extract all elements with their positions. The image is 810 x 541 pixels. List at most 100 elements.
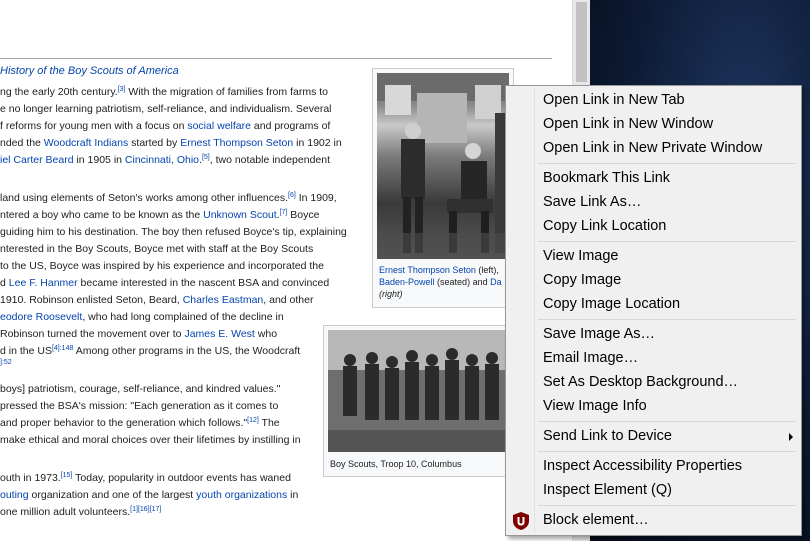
article-link[interactable]: Cincinnati, Ohio xyxy=(125,154,199,166)
text-run: to the US, Boyce was inspired by his exp… xyxy=(0,260,324,272)
text-run: organization and one of the largest xyxy=(28,489,197,501)
menu-inspect-accessibility[interactable]: Inspect Accessibility Properties xyxy=(506,455,801,479)
text-run: Among other programs in the US, the Wood… xyxy=(73,345,301,357)
menu-block-element[interactable]: Block element… xyxy=(506,509,801,533)
text-run: in 1905 in xyxy=(73,154,125,166)
article-link[interactable]: Charles Eastman xyxy=(183,294,264,306)
menu-view-image-info[interactable]: View Image Info xyxy=(506,395,801,419)
menu-item-label: View Image Info xyxy=(543,398,647,414)
menu-separator xyxy=(538,163,796,164)
text-run: (left), xyxy=(475,265,499,275)
text-run: who xyxy=(254,328,278,340)
article-link[interactable]: youth organizations xyxy=(196,489,287,501)
menu-item-label: Copy Link Location xyxy=(543,218,667,234)
article-line: nterested in the Boy Scouts, Boyce met w… xyxy=(0,241,365,258)
menu-copy-link-location[interactable]: Copy Link Location xyxy=(506,215,801,239)
text-run: The xyxy=(258,417,280,429)
article-link[interactable]: Unknown Scout xyxy=(203,209,277,221)
photo-troop-10[interactable] xyxy=(328,330,509,452)
text-run: 1910. Robinson enlisted Seton, Beard, xyxy=(0,294,183,306)
text-run: nterested in the Boy Scouts, Boyce met w… xyxy=(0,243,314,255)
section-divider xyxy=(0,58,552,59)
citation-ref[interactable]: [15] xyxy=(61,472,73,479)
article-link[interactable]: Ernest Thompson Seton xyxy=(180,137,293,149)
article-line: nded the Woodcraft Indians started by Er… xyxy=(0,135,360,152)
menu-view-image[interactable]: View Image xyxy=(506,245,801,269)
menu-save-image-as[interactable]: Save Image As… xyxy=(506,323,801,347)
menu-send-link-to-device[interactable]: Send Link to Device xyxy=(506,425,801,449)
article-line: make ethical and moral choices over thei… xyxy=(0,432,360,449)
menu-item-label: Send Link to Device xyxy=(543,428,672,444)
text-run: d xyxy=(0,277,9,289)
text-run: f reforms for young men with a focus on xyxy=(0,120,188,132)
article-line: d Lee F. Hanmer became interested in the… xyxy=(0,275,365,292)
citation-ref[interactable]: [12] xyxy=(247,417,259,424)
citation-ref[interactable]: [4]:148 xyxy=(52,345,73,352)
article-line: guiding him to his destination. The boy … xyxy=(0,224,365,241)
menu-item-label: Bookmark This Link xyxy=(543,170,671,186)
article-link[interactable]: iel Carter Beard xyxy=(0,154,74,166)
text-run: in 1902 in xyxy=(293,137,342,149)
photo-seton-baden-powell[interactable] xyxy=(377,73,509,259)
menu-item-label: Email Image… xyxy=(543,350,639,366)
menu-open-link-private-window[interactable]: Open Link in New Private Window xyxy=(506,137,801,161)
article-link[interactable]: social welfare xyxy=(187,120,251,132)
text-run: one million adult volunteers. xyxy=(0,506,131,518)
text-run: , two notable independent xyxy=(209,154,331,166)
article-link[interactable]: Baden-Powell xyxy=(379,277,435,287)
menu-separator xyxy=(538,241,796,242)
text-run: guiding him to his destination. The boy … xyxy=(0,226,347,238)
menu-item-label: View Image xyxy=(543,248,619,264)
text-run: e no longer learning patriotism, self-re… xyxy=(0,103,332,115)
menu-bookmark-link[interactable]: Bookmark This Link xyxy=(506,167,801,191)
menu-set-desktop-background[interactable]: Set As Desktop Background… xyxy=(506,371,801,395)
thumbnail-seton-baden-powell: Ernest Thompson Seton (left), Baden-Powe… xyxy=(372,68,514,308)
menu-item-label: Inspect Accessibility Properties xyxy=(543,458,743,474)
article-line: outing organization and one of the large… xyxy=(0,487,360,504)
article-link[interactable]: Lee F. Hanmer xyxy=(9,277,78,289)
menu-copy-image[interactable]: Copy Image xyxy=(506,269,801,293)
article-line: pressed the BSA's mission: "Each generat… xyxy=(0,398,360,415)
text-run: (right) xyxy=(379,289,403,299)
article-link[interactable]: outing xyxy=(0,489,29,501)
context-menu: Open Link in New Tab Open Link in New Win… xyxy=(505,85,802,536)
article-link[interactable]: James E. West xyxy=(184,328,254,340)
text-run: outh in 1973. xyxy=(0,472,61,484)
menu-item-label: Copy Image xyxy=(543,272,622,288)
menu-item-label: Open Link in New Window xyxy=(543,116,714,132)
text-run: boys] patriotism, courage, self-reliance… xyxy=(0,383,281,395)
menu-item-label: Inspect Element (Q) xyxy=(543,482,672,498)
menu-separator xyxy=(538,319,796,320)
article-line: e no longer learning patriotism, self-re… xyxy=(0,101,360,118)
article-line: ntered a boy who came to be known as the… xyxy=(0,207,365,224)
menu-copy-image-location[interactable]: Copy Image Location xyxy=(506,293,801,317)
text-run: With the migration of families from farm… xyxy=(125,86,328,98)
article-link[interactable]: eodore Roosevelt xyxy=(0,311,82,323)
article-line: f reforms for young men with a focus on … xyxy=(0,118,360,135)
menu-item-label: Save Link As… xyxy=(543,194,642,210)
menu-open-link-new-window[interactable]: Open Link in New Window xyxy=(506,113,801,137)
article-link[interactable]: Da xyxy=(490,277,502,287)
text-run: nded the xyxy=(0,137,44,149)
menu-email-image[interactable]: Email Image… xyxy=(506,347,801,371)
menu-item-label: Copy Image Location xyxy=(543,296,681,312)
menu-save-link-as[interactable]: Save Link As… xyxy=(506,191,801,215)
text-run: and proper behavior to the generation wh… xyxy=(0,417,248,429)
article-link[interactable]: Woodcraft Indians xyxy=(44,137,128,149)
text-run: , and other xyxy=(263,294,314,306)
scrollbar-thumb[interactable] xyxy=(576,2,587,82)
citation-ref[interactable]: [6] xyxy=(288,192,296,199)
citation-ref[interactable]: [1][16][17] xyxy=(130,506,161,513)
menu-inspect-element[interactable]: Inspect Element (Q) xyxy=(506,479,801,503)
citation-ref[interactable]: [5] xyxy=(202,154,210,161)
menu-open-link-new-tab[interactable]: Open Link in New Tab xyxy=(506,89,801,113)
hatnote-link[interactable]: History of the Boy Scouts of America xyxy=(0,65,179,77)
text-run: In 1909, xyxy=(295,192,337,204)
citation-ref[interactable]: ]:52 xyxy=(0,359,12,366)
caption-line: Ernest Thompson Seton (left), xyxy=(379,264,511,276)
caption-line: (right) xyxy=(379,288,511,300)
citation-ref[interactable]: [3] xyxy=(118,86,126,93)
article-link[interactable]: Ernest Thompson Seton xyxy=(379,265,476,275)
article-line: eodore Roosevelt, who had long complaine… xyxy=(0,309,365,326)
article-line: outh in 1973.[15] Today, popularity in o… xyxy=(0,470,360,487)
